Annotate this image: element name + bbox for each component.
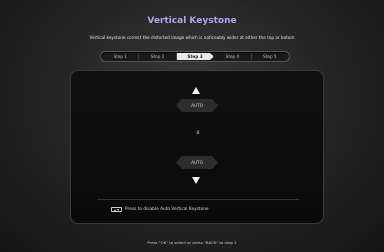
step-2[interactable]: Step 2 [139, 53, 177, 60]
step-5[interactable]: Step 5 [252, 53, 288, 60]
hint-text: Press to disable Auto Vertical Keystone [125, 207, 209, 212]
step-4[interactable]: Step 4 [214, 53, 252, 60]
page-title: Vertical Keystone [147, 16, 237, 26]
step-navigator: Step 1 Step 2 Step 3 Step 4 Step 5 [100, 51, 290, 62]
footer-instructions: Press "OK" to select or press "BACK" to … [147, 240, 237, 245]
step-3[interactable]: Step 3 [176, 53, 215, 60]
hint-row: Press to disable Auto Vertical Keystone [111, 207, 209, 212]
auto-bottom-button[interactable]: AUTO [176, 156, 218, 169]
keystone-panel: AUTO 0 AUTO Press to disable Auto Vertic… [70, 70, 324, 224]
up-down-keys-icon [111, 207, 122, 212]
arrow-down-icon[interactable] [192, 177, 200, 184]
step-1[interactable]: Step 1 [102, 53, 140, 60]
arrow-up-icon[interactable] [192, 87, 200, 94]
page-subtitle: Vertical keystone correct the distorted … [89, 35, 295, 40]
auto-top-button[interactable]: AUTO [176, 99, 218, 112]
keystone-value: 0 [196, 131, 200, 136]
divider [97, 199, 299, 200]
